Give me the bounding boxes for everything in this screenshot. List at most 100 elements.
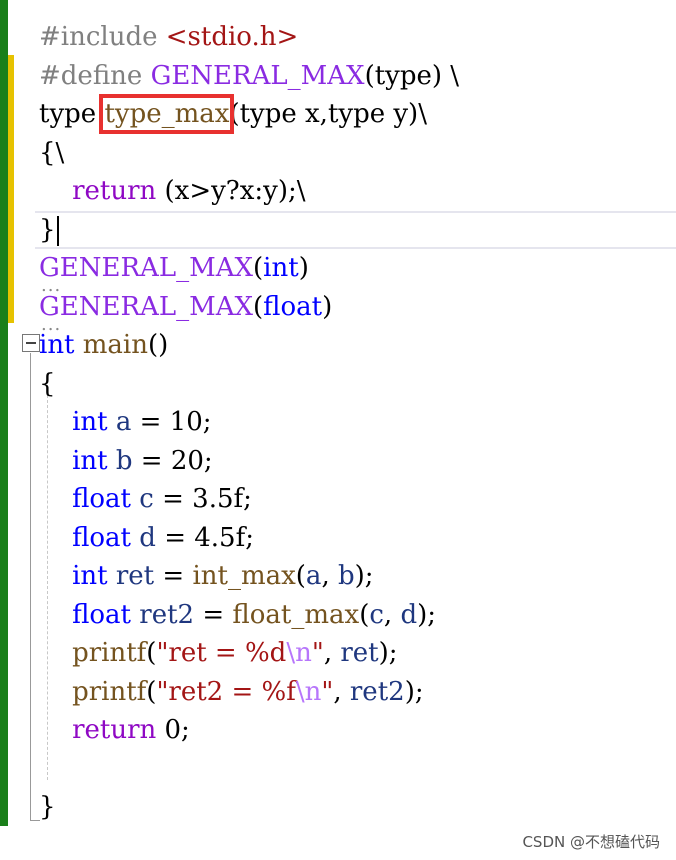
code-line[interactable]: #define GENERAL_MAX(type) \	[39, 57, 459, 96]
code-line[interactable]: }	[34, 210, 676, 250]
code-token: \n	[286, 638, 312, 668]
code-line[interactable]: {	[39, 365, 459, 404]
code-token: b	[115, 445, 133, 476]
code-token: float	[72, 484, 132, 514]
code-token: = 10;	[131, 407, 212, 437]
code-token: ,	[383, 599, 401, 630]
code-token: int_max	[192, 561, 296, 591]
code-token: = 20;	[132, 445, 213, 476]
code-token: ()	[148, 330, 169, 360]
code-line[interactable]: type type_max(type x,type y)\	[39, 94, 459, 134]
code-token: return	[72, 715, 157, 745]
code-token: (	[253, 291, 264, 322]
code-token: d	[139, 522, 156, 553]
code-token: main	[82, 330, 148, 360]
code-token: c	[369, 599, 384, 630]
code-token: )	[298, 253, 309, 283]
code-token: a	[115, 407, 132, 437]
code-token: int	[72, 407, 108, 437]
code-token: \n	[295, 676, 322, 707]
code-line[interactable]: int a = 10;	[39, 403, 459, 442]
code-token: (type) \	[364, 60, 460, 91]
code-token: );	[404, 676, 424, 707]
code-line[interactable]: float ret2 = float_max(c, d);	[39, 596, 459, 635]
code-token: "	[311, 638, 324, 668]
code-token: "ret2 = %f	[156, 676, 296, 707]
code-token: float	[72, 522, 132, 553]
code-token: =	[194, 599, 233, 630]
code-line[interactable]: return (x>y?x:y);\	[39, 172, 459, 211]
code-token: (	[253, 253, 264, 283]
code-token: {	[39, 368, 56, 399]
code-token: GENERAL_MAX	[39, 292, 253, 322]
code-token: int	[39, 330, 75, 360]
code-token: );	[354, 561, 374, 591]
code-line[interactable]: {\	[39, 134, 459, 173]
code-token: (x>y?x:y);\	[156, 176, 306, 206]
code-line[interactable]: GENERAL_MAX(int)	[39, 249, 459, 288]
code-token: #include	[39, 22, 166, 52]
code-line[interactable]: }	[39, 788, 459, 827]
code-token: ret2	[139, 599, 195, 630]
code-line[interactable]: return 0;	[39, 711, 459, 750]
code-token: a	[305, 561, 322, 591]
code-token: float	[72, 599, 132, 630]
code-token: (type x,type y)\	[229, 99, 427, 129]
code-token: "ret = %d	[156, 638, 287, 668]
code-line[interactable]: float d = 4.5f;	[39, 519, 459, 558]
code-token: float	[263, 291, 323, 322]
fold-gutter	[8, 0, 40, 860]
code-line[interactable]: int b = 20;	[39, 442, 459, 481]
code-line[interactable]: int ret = int_max(a, b);	[39, 557, 459, 596]
change-tracking-bar	[0, 0, 8, 826]
code-token: GENERAL_MAX	[39, 253, 253, 283]
code-token: c	[139, 484, 154, 514]
code-token: 0;	[156, 715, 190, 745]
code-token: type	[39, 99, 105, 129]
unsaved-change-marker	[8, 55, 14, 323]
code-token: ret	[340, 638, 379, 668]
highlighted-identifier: type_max	[99, 94, 235, 134]
code-token: = 4.5f;	[155, 522, 254, 553]
code-token: float_max	[232, 599, 360, 630]
code-line[interactable]: printf("ret = %d\n", ret);	[39, 634, 459, 673]
code-token: = 3.5f;	[153, 484, 252, 514]
code-token: );	[378, 638, 398, 668]
code-token: ,	[323, 638, 341, 668]
code-line[interactable]: #include <stdio.h>	[39, 18, 459, 57]
code-token: #define	[39, 60, 151, 91]
code-token: int	[72, 561, 108, 591]
code-token: ,	[321, 561, 338, 591]
text-cursor	[56, 215, 59, 246]
code-token: ret2	[349, 676, 405, 707]
code-token: }	[39, 214, 56, 245]
code-line[interactable]: GENERAL_MAX(float)	[39, 288, 459, 327]
code-token: printf	[72, 638, 147, 668]
collapse-minus-icon[interactable]	[22, 334, 40, 352]
code-token: );	[417, 599, 436, 630]
code-token: ,	[333, 676, 350, 707]
code-token: (	[295, 561, 306, 591]
code-token: )	[322, 291, 333, 322]
code-token: {\	[39, 137, 65, 168]
code-token: =	[154, 561, 193, 591]
code-token: (	[146, 638, 157, 668]
code-line[interactable]: int main()	[39, 326, 459, 365]
code-editor[interactable]: #include <stdio.h> #define GENERAL_MAX(ty…	[34, 18, 676, 827]
code-token: <stdio.h>	[165, 22, 299, 52]
code-line[interactable]: float c = 3.5f;	[39, 480, 459, 519]
code-token: GENERAL_MAX	[150, 60, 365, 91]
code-token: "	[321, 676, 334, 707]
code-line[interactable]	[39, 750, 459, 789]
code-line[interactable]: printf("ret2 = %f\n", ret2);	[39, 673, 459, 712]
